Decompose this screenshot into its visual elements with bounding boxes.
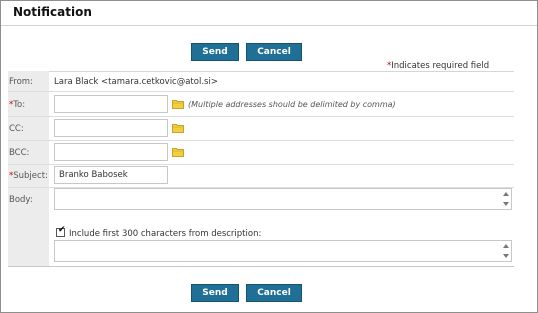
to-label: *To: [9, 100, 25, 110]
row-divider [8, 116, 514, 117]
row-divider [8, 140, 514, 141]
row-divider [8, 164, 514, 165]
required-field-note: *Indicates required field [387, 61, 489, 71]
row-divider [8, 91, 514, 92]
scroll-down-arrow-icon[interactable] [503, 202, 509, 206]
subject-label: *Subject: [9, 171, 48, 181]
cancel-button-top[interactable]: Cancel [246, 43, 302, 61]
dialog-title: Notification [13, 5, 92, 19]
include-description-checkbox[interactable]: ✔ [56, 225, 66, 237]
to-field-hint: (Multiple addresses should be delimited … [188, 100, 396, 109]
send-button-bottom[interactable]: Send [191, 284, 239, 302]
cc-label: CC: [9, 124, 24, 134]
notification-form: From: Lara Black <tamara.cetkovic@atol.s… [8, 71, 514, 267]
required-note-text: Indicates required field [391, 61, 490, 71]
folder-icon[interactable] [172, 147, 184, 157]
scroll-down-arrow-icon[interactable] [503, 254, 509, 258]
folder-icon[interactable] [172, 99, 184, 109]
to-field[interactable] [54, 95, 168, 113]
from-value: Lara Black <tamara.cetkovic@atol.si> [54, 77, 218, 87]
bcc-label: BCC: [9, 148, 30, 158]
from-label: From: [9, 77, 33, 87]
cc-field[interactable] [54, 119, 168, 137]
scroll-up-arrow-icon[interactable] [503, 244, 509, 248]
bcc-field[interactable] [54, 143, 168, 161]
to-label-text: To: [13, 100, 26, 110]
include-description-label: Include first 300 characters from descri… [69, 229, 262, 239]
subject-label-text: Subject: [13, 171, 48, 181]
checkmark-icon: ✔ [58, 225, 66, 235]
send-button-top[interactable]: Send [191, 43, 239, 61]
notification-dialog: Notification Send Cancel *Indicates requ… [0, 0, 538, 313]
body-textarea[interactable] [54, 188, 512, 210]
description-textarea[interactable] [54, 240, 512, 262]
body-label: Body: [9, 195, 33, 205]
form-bottom-border [8, 266, 514, 267]
folder-icon[interactable] [172, 123, 184, 133]
cancel-button-bottom[interactable]: Cancel [246, 284, 302, 302]
title-divider [1, 25, 537, 26]
subject-field[interactable]: Branko Babosek [54, 166, 168, 184]
scroll-up-arrow-icon[interactable] [503, 192, 509, 196]
